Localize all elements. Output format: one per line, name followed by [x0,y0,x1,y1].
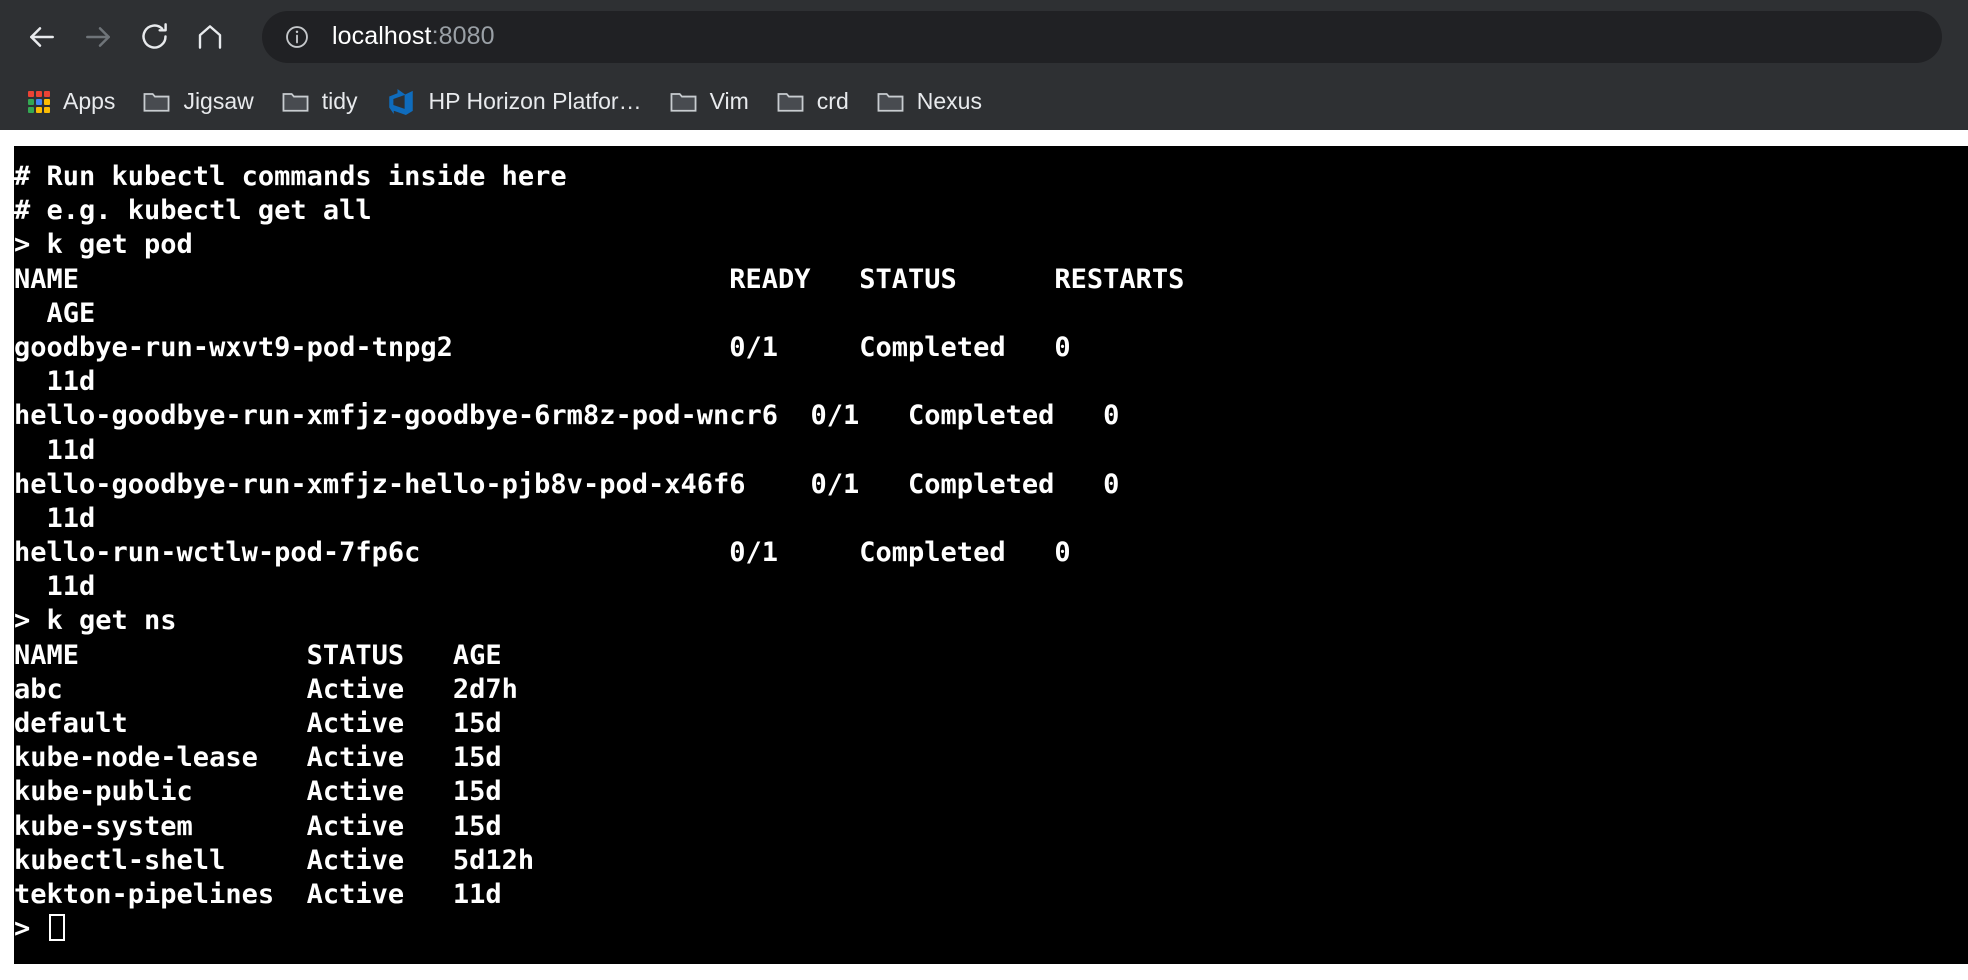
terminal-line: 11d [14,434,96,466]
terminal-line: 11d [14,502,96,534]
terminal-cursor [48,914,65,942]
terminal-line: # e.g. kubectl get all [14,195,372,227]
forward-button[interactable] [70,9,126,65]
bookmark-crd[interactable]: crd [767,82,859,122]
terminal-line: 11d [14,366,96,398]
terminal-line: AGE [14,297,96,329]
home-button[interactable] [182,9,238,65]
apps-grid-icon [28,90,50,113]
bookmark-label: tidy [321,88,358,114]
terminal-line: NAME READY STATUS RESTARTS [14,263,1185,295]
terminal-line: hello-goodbye-run-xmfjz-goodbye-6rm8z-po… [14,400,1120,432]
terminal-line: kube-public Active 15d [14,776,502,808]
info-circle-icon[interactable] [284,24,310,50]
terminal-prompt-line[interactable]: > [14,912,1968,946]
url-host: localhost [332,22,432,50]
home-icon [195,22,225,52]
terminal-line: default Active 15d [14,708,502,739]
bookmark-label: crd [816,88,849,114]
terminal-line: hello-run-wctlw-pod-7fp6c 0/1 Completed … [14,537,1071,569]
terminal-line: tekton-pipelines Active 11d [14,878,502,910]
bookmark-label: Apps [63,88,116,114]
address-bar[interactable]: localhost:8080 [262,10,1942,63]
terminal-line: kube-node-lease Active 15d [14,742,502,774]
folder-icon [777,90,804,113]
bookmark-label: Jigsaw [183,88,254,114]
bookmark-tidy[interactable]: tidy [272,82,368,122]
bookmark-nexus[interactable]: Nexus [867,82,992,122]
terminal-line: 11d [14,571,96,603]
bookmark-label: Nexus [916,88,982,114]
browser-chrome: localhost:8080 Apps Jigsaw tidy HP Horiz… [0,0,1968,130]
terminal-line: kubectl-shell Active 5d12h [14,844,535,876]
terminal-line: abc Active 2d7h [14,673,518,705]
terminal-line: > k get ns [14,605,177,637]
folder-icon [143,90,170,113]
url-text: localhost:8080 [332,22,495,51]
page-content-area: # Run kubectl commands inside here # e.g.… [0,130,1968,980]
arrow-left-icon [26,21,58,53]
terminal-line: kube-system Active 15d [14,810,502,842]
terminal-line: # Run kubectl commands inside here [14,161,567,192]
bookmark-vim[interactable]: Vim [660,82,759,122]
terminal-output: # Run kubectl commands inside here # e.g.… [14,160,1968,946]
bookmark-hp-horizon-platform[interactable]: HP Horizon Platfor… [376,82,652,122]
terminal-line: hello-goodbye-run-xmfjz-hello-pjb8v-pod-… [14,468,1120,500]
bookmarks-bar: Apps Jigsaw tidy HP Horizon Platfor… Vim… [0,73,1968,130]
folder-icon [877,90,904,113]
browser-toolbar: localhost:8080 [0,0,1968,73]
terminal-line: NAME STATUS AGE [14,639,502,671]
bookmark-label: HP Horizon Platfor… [428,88,642,114]
reload-icon [139,21,170,52]
azure-devops-icon [386,87,416,117]
folder-icon [282,90,309,113]
back-button[interactable] [14,9,70,65]
reload-button[interactable] [126,9,182,65]
bookmark-jigsaw[interactable]: Jigsaw [133,82,263,122]
folder-icon [670,90,697,113]
terminal-line: > k get pod [14,229,193,261]
bookmark-apps[interactable]: Apps [18,82,125,122]
terminal-line: goodbye-run-wxvt9-pod-tnpg2 0/1 Complete… [14,331,1071,363]
arrow-right-icon [82,21,114,53]
bookmark-label: Vim [709,88,749,114]
kubectl-web-terminal[interactable]: # Run kubectl commands inside here # e.g.… [14,146,1968,964]
url-port: :8080 [431,22,495,50]
